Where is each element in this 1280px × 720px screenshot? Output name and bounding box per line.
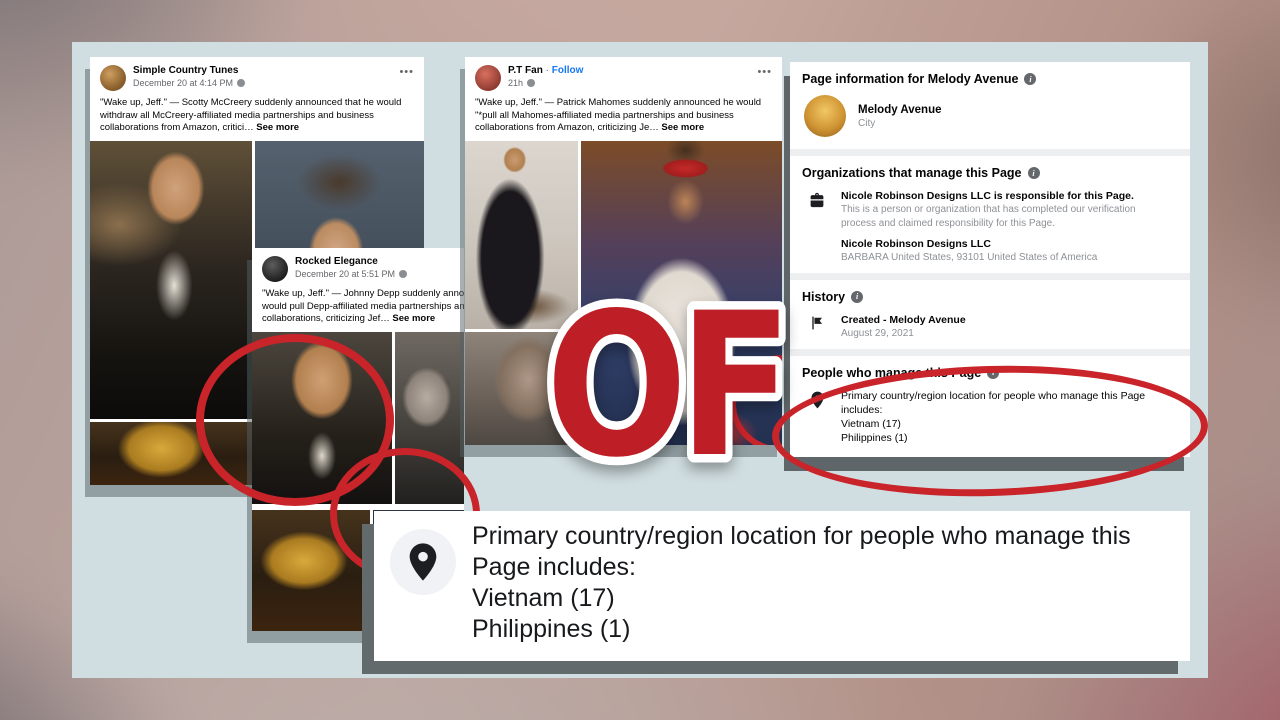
- location-pin-icon: [409, 543, 437, 581]
- big-red-word: OF: [520, 263, 810, 509]
- page-name-link[interactable]: P.T Fan: [508, 65, 543, 76]
- section-title-organizations: Organizations that manage this Page: [802, 166, 1022, 180]
- callout-country: Vietnam (17): [472, 584, 615, 612]
- post-body: "Wake up, Jeff." — Patrick Mahomes sudde…: [475, 97, 762, 134]
- info-icon[interactable]: i: [1024, 73, 1037, 85]
- org-address: BARBARA United States, 93101 United Stat…: [841, 252, 1098, 264]
- see-more-link[interactable]: See more: [256, 122, 299, 133]
- panel-title: Page information for Melody Avenue: [802, 72, 1019, 86]
- location-pin-badge: [390, 529, 456, 595]
- post-timestamp[interactable]: December 20 at 5:51 PM: [295, 269, 395, 281]
- organization-row: Nicole Robinson Designs LLC is responsib…: [790, 185, 1190, 273]
- post-header: Rocked Elegance December 20 at 5:51 PM: [252, 248, 464, 285]
- big-red-word-text: OF: [546, 271, 784, 498]
- post-body: "Wake up, Jeff." — Scotty McCreery sudde…: [100, 97, 402, 134]
- page-avatar[interactable]: [100, 65, 126, 91]
- history-created-date: August 29, 2021: [841, 328, 914, 340]
- section-divider: [790, 272, 1190, 280]
- page-category: City: [858, 117, 876, 129]
- info-icon[interactable]: i: [1027, 167, 1040, 179]
- post-header: Simple Country Tunes December 20 at 4:14…: [90, 57, 424, 94]
- follow-link[interactable]: Follow: [552, 65, 584, 76]
- post-timestamp[interactable]: December 20 at 4:14 PM: [133, 78, 233, 90]
- history-created-text: Created - Melody Avenue: [841, 313, 966, 326]
- post-text: "Wake up, Jeff." — Patrick Mahomes sudde…: [465, 94, 782, 141]
- post-timestamp[interactable]: 21h: [508, 78, 523, 90]
- section-divider: [790, 348, 1190, 356]
- section-divider: [790, 149, 1190, 156]
- globe-privacy-icon: [399, 270, 408, 279]
- page-name[interactable]: Melody Avenue: [858, 104, 942, 116]
- see-more-link[interactable]: See more: [661, 122, 704, 133]
- globe-privacy-icon: [527, 79, 536, 88]
- page-avatar[interactable]: [804, 95, 846, 137]
- globe-privacy-icon: [237, 79, 246, 88]
- see-more-link[interactable]: See more: [392, 313, 435, 324]
- name-follow-separator: ·: [545, 65, 549, 76]
- org-name: Nicole Robinson Designs LLC: [841, 238, 991, 251]
- post-menu-button[interactable]: •••: [757, 65, 772, 78]
- post-header: P.T Fan · Follow 21h •••: [465, 57, 782, 94]
- callout-country: Philippines (1): [472, 615, 631, 643]
- post-text: "Wake up, Jeff." — Johnny Depp suddenly …: [252, 285, 464, 332]
- page-avatar[interactable]: [475, 65, 501, 91]
- org-description: This is a person or organization that ha…: [841, 204, 1136, 229]
- briefcase-icon: [804, 189, 830, 265]
- post-text: "Wake up, Jeff." — Scotty McCreery sudde…: [90, 94, 424, 141]
- history-row: Created - Melody Avenue August 29, 2021: [790, 309, 1190, 349]
- info-icon[interactable]: i: [851, 290, 864, 303]
- zoomed-location-callout: Primary country/region location for peop…: [374, 511, 1190, 661]
- callout-location-text: Primary country/region location for peop…: [472, 522, 1131, 581]
- page-avatar[interactable]: [262, 256, 288, 282]
- page-identity-row: Melody Avenue City: [790, 91, 1190, 149]
- page-name-link[interactable]: Rocked Elegance: [295, 256, 454, 269]
- page-name-link[interactable]: Simple Country Tunes: [133, 65, 245, 78]
- org-responsible-text: Nicole Robinson Designs LLC is responsib…: [841, 190, 1134, 202]
- post-menu-button[interactable]: •••: [399, 65, 414, 78]
